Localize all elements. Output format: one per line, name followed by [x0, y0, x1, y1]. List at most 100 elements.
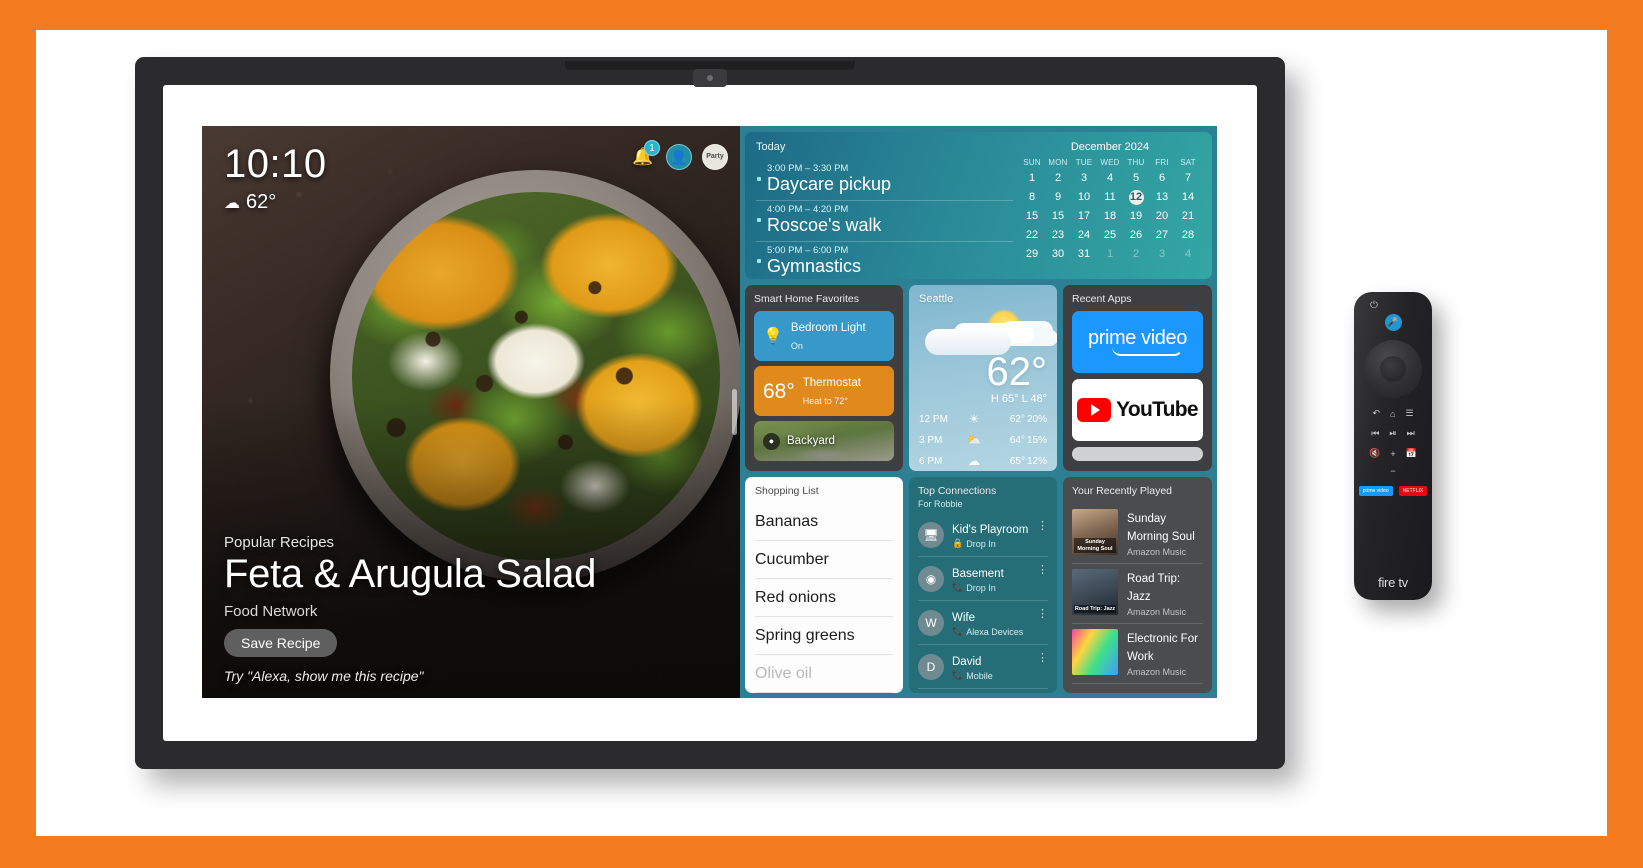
calendar-day[interactable]: 18: [1097, 209, 1123, 224]
calendar-day[interactable]: 15: [1019, 209, 1045, 224]
calendar-day[interactable]: 23: [1045, 228, 1071, 243]
calendar-day[interactable]: 4: [1175, 247, 1201, 262]
smart-home-tile-backyard-camera[interactable]: ● Backyard: [754, 421, 894, 461]
mute-icon[interactable]: 🔇: [1369, 448, 1380, 459]
overflow-menu-icon[interactable]: ⋮: [1037, 609, 1048, 619]
calendar-day[interactable]: 28: [1175, 228, 1201, 243]
connection-action: Drop In: [966, 538, 996, 549]
calendar-day[interactable]: 5: [1123, 171, 1149, 186]
list-item[interactable]: Cucumber: [755, 541, 893, 579]
recently-played-widget[interactable]: Your Recently Played Sunday Morning Soul…: [1063, 477, 1212, 693]
forward-icon[interactable]: ⏭: [1407, 428, 1415, 439]
home-screen: 10:10 ☁ 62° 🔔 1 👤 Party Popular Recipes: [202, 126, 1217, 698]
calendar-day[interactable]: 8: [1019, 190, 1045, 205]
list-item[interactable]: Electronic For Work Amazon Music: [1072, 624, 1203, 684]
smart-home-widget[interactable]: Smart Home Favorites 💡 Bedroom Light On …: [745, 285, 903, 471]
device-screen-icon: 🖥: [918, 521, 944, 548]
back-icon[interactable]: ↶: [1372, 408, 1380, 419]
calendar-day[interactable]: 12: [1123, 190, 1149, 205]
volume-down-icon[interactable]: −: [1390, 466, 1395, 476]
microphone-icon[interactable]: 🎤: [1384, 314, 1402, 331]
list-item[interactable]: Sunday Morning Soul Sunday Morning Soul …: [1072, 504, 1203, 564]
calendar-day[interactable]: 13: [1149, 190, 1175, 205]
weather-widget[interactable]: Seattle 62° H 65° L 48° 12 PM ☀ 62° 20%: [909, 285, 1057, 471]
calendar-day[interactable]: 25: [1097, 228, 1123, 243]
profile-avatar[interactable]: 👤: [666, 144, 692, 170]
guide-icon[interactable]: 📅: [1406, 448, 1417, 459]
camera-shutter-icon[interactable]: [693, 69, 727, 87]
month-calendar[interactable]: December 2024 SUN MON TUE WED THU FRI SAT 1 2 3 4 5…: [1019, 141, 1201, 273]
calendar-day[interactable]: 11: [1097, 190, 1123, 205]
home-icon[interactable]: ⌂: [1390, 409, 1395, 419]
rewind-icon[interactable]: ⏮: [1371, 428, 1379, 439]
notification-badge: 1: [644, 140, 660, 156]
prime-video-shortcut-button[interactable]: prime video: [1358, 486, 1393, 496]
calendar-day[interactable]: 15: [1045, 209, 1071, 224]
play-pause-icon[interactable]: ⏯: [1389, 428, 1396, 439]
list-item[interactable]: Spring greens: [755, 617, 893, 655]
calendar-day[interactable]: 21: [1175, 209, 1201, 224]
hour-label: 6 PM: [919, 455, 943, 467]
youtube-logo: YouTube: [1116, 398, 1199, 421]
calendar-day[interactable]: 9: [1045, 190, 1071, 205]
volume-up-icon[interactable]: +: [1390, 449, 1395, 459]
calendar-day[interactable]: 1: [1019, 171, 1045, 186]
calendar-day[interactable]: 3: [1071, 171, 1097, 186]
calendar-day[interactable]: 6: [1149, 171, 1175, 186]
list-item[interactable]: Road Trip: Jazz Road Trip: Jazz Amazon M…: [1072, 564, 1203, 624]
calendar-day[interactable]: 7: [1175, 171, 1201, 186]
list-item[interactable]: Bananas: [755, 503, 893, 541]
list-item[interactable]: 🖥 Kid's Playroom 🔒 Drop In ⋮: [918, 513, 1048, 557]
power-icon[interactable]: ⏻: [1366, 300, 1382, 311]
smart-home-tile-bedroom-light[interactable]: 💡 Bedroom Light On: [754, 311, 894, 361]
overflow-menu-icon[interactable]: ⋮: [1037, 653, 1048, 663]
avatar[interactable]: Party: [702, 144, 728, 170]
calendar-day[interactable]: 1: [1097, 247, 1123, 262]
calendar-day[interactable]: 26: [1123, 228, 1149, 243]
top-connections-widget[interactable]: Top Connections For Robbie 🖥 Kid's Playr…: [909, 477, 1057, 693]
calendar-day[interactable]: 30: [1045, 247, 1071, 262]
calendar-day[interactable]: 4: [1097, 171, 1123, 186]
calendar-day[interactable]: 17: [1071, 209, 1097, 224]
smart-home-tile-thermostat[interactable]: 68° Thermostat Heat to 72°: [754, 366, 894, 416]
calendar-day[interactable]: 3: [1149, 247, 1175, 262]
smart-display-device: 10:10 ☁ 62° 🔔 1 👤 Party Popular Recipes: [135, 57, 1285, 769]
list-item[interactable]: Olive oil: [755, 655, 893, 693]
overflow-menu-icon[interactable]: ⋮: [1037, 565, 1048, 575]
calendar-day[interactable]: 20: [1149, 209, 1175, 224]
list-item[interactable]: W Wife 📞 Alexa Devices ⋮: [918, 601, 1048, 645]
calendar-day[interactable]: 24: [1071, 228, 1097, 243]
dpad-control[interactable]: [1364, 340, 1422, 398]
recipe-hero-panel[interactable]: 10:10 ☁ 62° 🔔 1 👤 Party Popular Recipes: [202, 126, 740, 698]
calendar-day[interactable]: 2: [1045, 171, 1071, 186]
weather-hour-row: 6 PM ☁ 65° 12%: [919, 454, 1047, 468]
calendar-day[interactable]: 2: [1123, 247, 1149, 262]
panel-resize-handle[interactable]: [732, 389, 737, 435]
calendar-day[interactable]: 10: [1071, 190, 1097, 205]
calendar-day[interactable]: 22: [1019, 228, 1045, 243]
recent-apps-widget[interactable]: Recent Apps prime video YouTube: [1063, 285, 1212, 471]
overflow-menu-icon[interactable]: ⋮: [1037, 521, 1048, 531]
notifications-button[interactable]: 🔔 1: [630, 140, 660, 170]
avatar: W: [918, 609, 944, 636]
calendar-event[interactable]: 4:00 PM – 4:20 PM Roscoe's walk: [756, 201, 1013, 242]
menu-icon[interactable]: ☰: [1405, 408, 1413, 419]
calendar-widget[interactable]: Today 3:00 PM – 3:30 PM Daycare pickup 4…: [745, 132, 1212, 279]
app-tile-youtube[interactable]: YouTube: [1072, 379, 1203, 441]
calendar-event[interactable]: 5:00 PM – 6:00 PM Gymnastics: [756, 242, 1013, 279]
shopping-list-widget[interactable]: Shopping List Bananas Cucumber Red onion…: [745, 477, 903, 693]
calendar-day[interactable]: 19: [1123, 209, 1149, 224]
list-item[interactable]: Red onions: [755, 579, 893, 617]
calendar-day[interactable]: 31: [1071, 247, 1097, 262]
calendar-day[interactable]: 14: [1175, 190, 1201, 205]
save-recipe-button[interactable]: Save Recipe: [224, 629, 338, 657]
calendar-day[interactable]: 29: [1019, 247, 1045, 262]
calendar-day[interactable]: 27: [1149, 228, 1175, 243]
list-item[interactable]: D David 📞 Mobile ⋮: [918, 645, 1048, 689]
list-item[interactable]: ◉ Basement 📞 Drop In ⋮: [918, 557, 1048, 601]
calendar-event[interactable]: 3:00 PM – 3:30 PM Daycare pickup: [756, 160, 1013, 201]
phone-icon: 📞: [952, 626, 964, 636]
app-tile-prime-video[interactable]: prime video: [1072, 311, 1203, 373]
app-tile-partial[interactable]: [1072, 447, 1203, 461]
netflix-shortcut-button[interactable]: NETFLIX: [1398, 486, 1428, 496]
